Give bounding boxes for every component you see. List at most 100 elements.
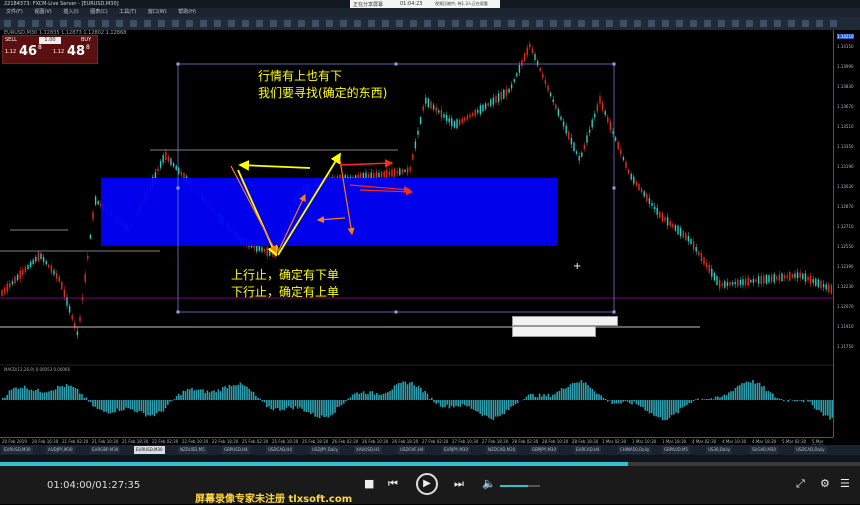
menu-file[interactable]: 文件(F) [6,9,23,15]
toolbar-button[interactable] [340,20,347,27]
toolbar-button[interactable] [158,20,165,27]
chart-tab[interactable]: EURUSD,M30 [2,446,33,454]
toolbar-button[interactable] [130,20,137,27]
toolbar-button[interactable] [410,20,417,27]
toolbar-button[interactable] [32,20,39,27]
toolbar-button[interactable] [774,20,781,27]
toolbar-button[interactable] [662,20,669,27]
chart-tab[interactable]: GBPAUD,M5 [662,446,690,454]
toolbar-button[interactable] [18,20,25,27]
toolbar-button[interactable] [690,20,697,27]
fullscreen-icon[interactable]: ⤢ [796,477,805,491]
selection-handle[interactable] [177,63,180,66]
menu-tools[interactable]: 工具(T) [119,9,136,15]
selection-handle[interactable] [613,63,616,66]
toolbar-button[interactable] [704,20,711,27]
toolbar-button[interactable] [4,20,11,27]
toolbar-button[interactable] [802,20,809,27]
price-chart[interactable]: + [0,30,860,437]
toolbar-button[interactable] [60,20,67,27]
chart-tab[interactable]: USDCAD,H4 [266,446,294,454]
toolbar-button[interactable] [676,20,683,27]
chart-tab[interactable]: CHINA50,Daily [618,446,651,454]
toolbar-button[interactable] [564,20,571,27]
chart-canvas[interactable]: + [0,30,833,437]
toolbar-button[interactable] [648,20,655,27]
toolbar-button[interactable] [396,20,403,27]
toolbar-button[interactable] [102,20,109,27]
sell-button[interactable]: SELL [5,37,17,43]
toolbar-button[interactable] [424,20,431,27]
toolbar-button[interactable] [144,20,151,27]
chart-tab[interactable]: US30,Daily [706,446,732,454]
buy-button[interactable]: BUY [81,37,91,43]
toolbar-button[interactable] [312,20,319,27]
toolbar-button[interactable] [438,20,445,27]
chart-tab[interactable]: XAUUSD,H1 [354,446,382,454]
chart-tab[interactable]: USDCHF,H4 [398,446,425,454]
stop-icon[interactable]: ■ [364,477,374,490]
menu-view[interactable]: 视图(V) [34,9,51,15]
toolbar-button[interactable] [256,20,263,27]
toolbar-button[interactable] [522,20,529,27]
toolbar-button[interactable] [354,20,361,27]
selection-handle[interactable] [395,311,398,314]
selection-handle[interactable] [395,63,398,66]
toolbar-button[interactable] [214,20,221,27]
toolbar-button[interactable] [592,20,599,27]
toolbar-button[interactable] [382,20,389,27]
toolbar-button[interactable] [228,20,235,27]
toolbar-button[interactable] [718,20,725,27]
toolbar-button[interactable] [480,20,487,27]
toolbar-button[interactable] [368,20,375,27]
buy-price-big[interactable]: 48 [67,44,85,59]
toolbar-button[interactable] [550,20,557,27]
toolbar-button[interactable] [494,20,501,27]
toolbar-button[interactable] [116,20,123,27]
menu-window[interactable]: 窗口(W) [148,9,167,15]
volume-slider[interactable] [500,485,540,487]
settings-icon[interactable]: ⚙ [820,477,830,490]
toolbar-button[interactable] [788,20,795,27]
selection-handle[interactable] [177,187,180,190]
toolbar-button[interactable] [466,20,473,27]
blue-zone-rectangle[interactable] [101,178,557,246]
toolbar-button[interactable] [536,20,543,27]
price-axis[interactable]: 1.14210 1.141501.139901.138301.136701.13… [833,30,860,437]
selection-handle[interactable] [177,311,180,314]
toolbar-button[interactable] [634,20,641,27]
chart-tab[interactable]: NZDCAD,M30 [486,446,517,454]
toolbar-button[interactable] [200,20,207,27]
chart-tab[interactable]: USDCAD,Daily [794,446,827,454]
volume-icon[interactable]: 🔈 [482,477,496,490]
toolbar-button[interactable] [578,20,585,27]
toolbar-button[interactable] [508,20,515,27]
toolbar-button[interactable] [284,20,291,27]
toolbar-button[interactable] [270,20,277,27]
chart-tab[interactable]: AUDJPY,M30 [46,446,75,454]
chart-tab[interactable]: EURCAD,H4 [574,446,601,454]
chart-tab[interactable]: EURJPY,M30 [442,446,470,454]
skip-back-icon[interactable]: ⏮ [388,477,398,491]
toolbar-button[interactable] [186,20,193,27]
toolbar-button[interactable] [46,20,53,27]
menu-insert[interactable]: 插入(I) [63,9,78,15]
toolbar-button[interactable] [746,20,753,27]
toolbar-button[interactable] [732,20,739,27]
selection-handle[interactable] [613,187,616,190]
toolbar-button[interactable] [172,20,179,27]
lot-size-input[interactable]: 1.00 [39,37,61,44]
skip-forward-icon[interactable]: ⏭ [454,477,464,491]
chart-tab[interactable]: EURUSD,M30 [134,446,165,454]
selection-handle[interactable] [613,311,616,314]
toolbar-button[interactable] [452,20,459,27]
toolbar-button[interactable] [830,20,837,27]
toolbar-button[interactable] [298,20,305,27]
chart-tab[interactable]: GBPUSD,H4 [222,446,250,454]
play-button[interactable]: ▶ [416,473,438,495]
menu-help[interactable]: 帮助(H) [178,9,196,15]
toolbar-button[interactable] [620,20,627,27]
toolbar-button[interactable] [816,20,823,27]
playback-progress[interactable] [0,462,860,466]
toolbar-button[interactable] [326,20,333,27]
